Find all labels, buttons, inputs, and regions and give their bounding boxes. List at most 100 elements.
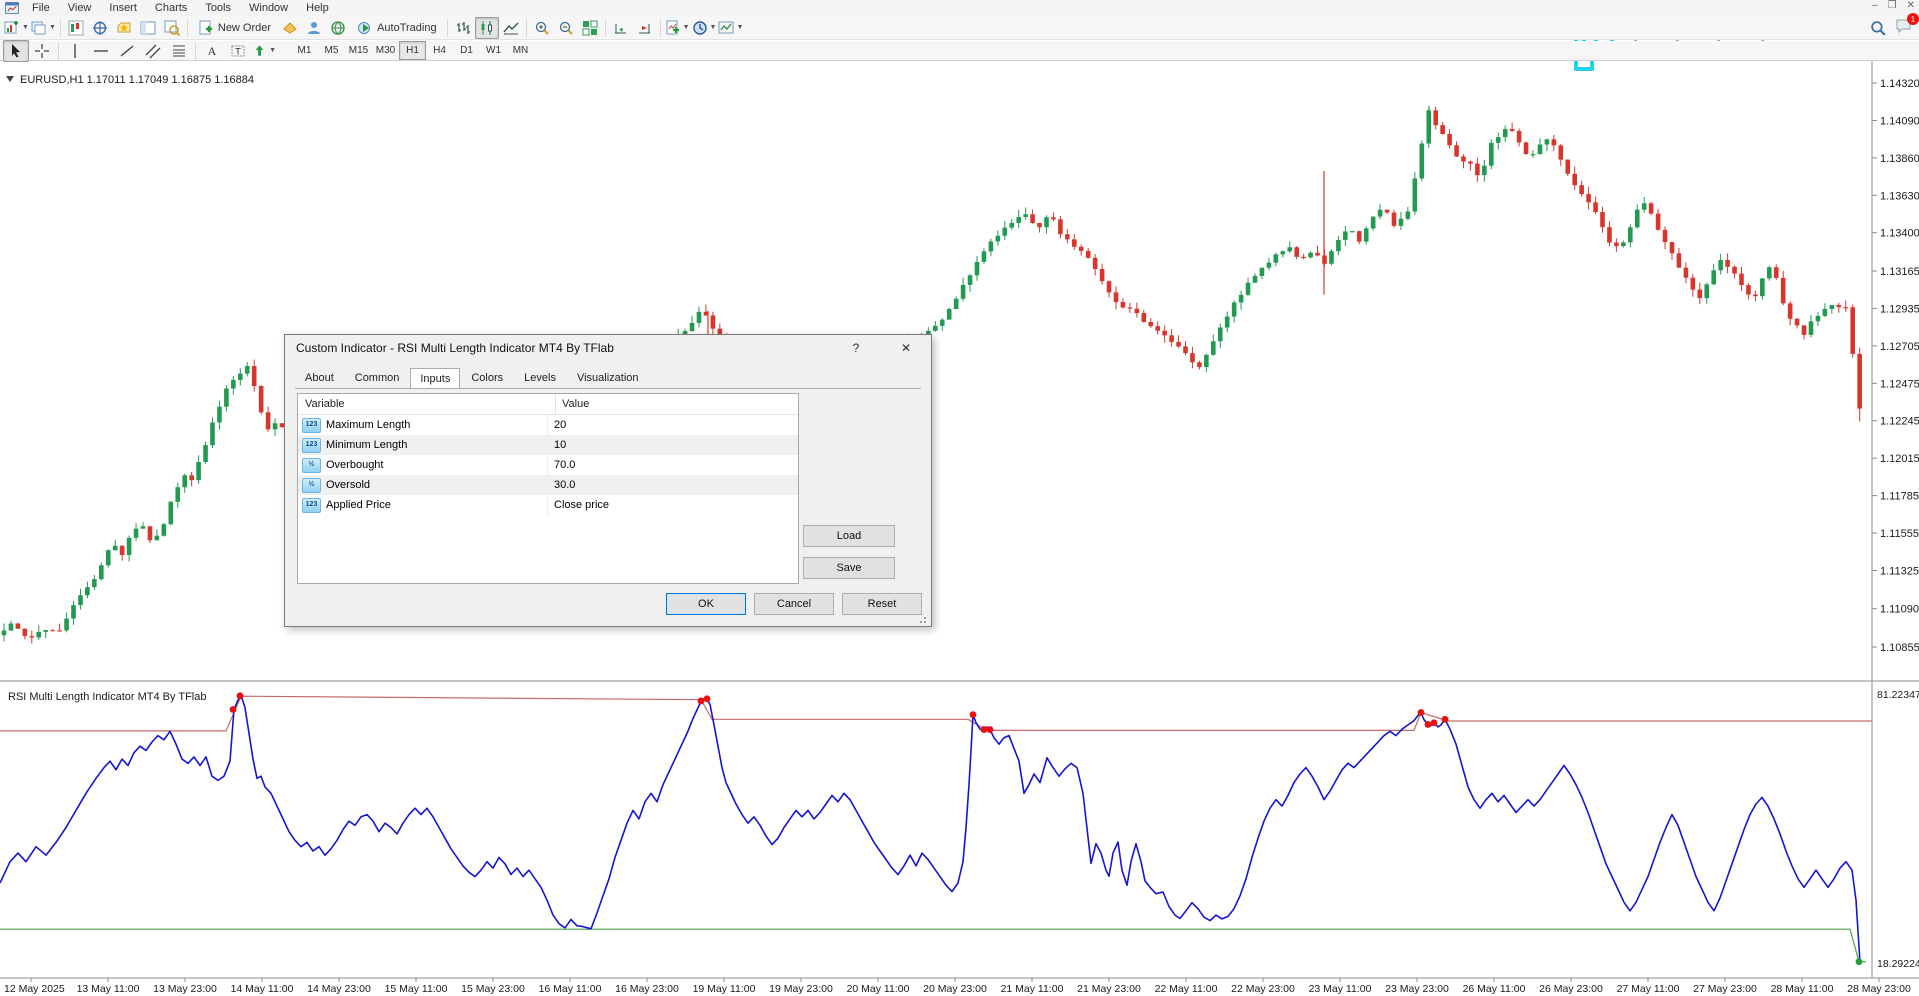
tf-m1-button[interactable]: M1 bbox=[291, 41, 318, 60]
text-label-button[interactable]: T bbox=[225, 40, 251, 62]
chart-shift-button[interactable] bbox=[633, 17, 657, 39]
reset-button[interactable]: Reset bbox=[842, 593, 922, 615]
new-chart-button[interactable]: ▼ bbox=[3, 17, 30, 39]
menu-charts[interactable]: Charts bbox=[146, 1, 196, 15]
cursor-button[interactable] bbox=[3, 40, 29, 62]
vertical-line-button[interactable] bbox=[62, 40, 88, 62]
save-button[interactable]: Save bbox=[803, 557, 895, 579]
table-row[interactable]: 123Minimum Length 10 bbox=[298, 435, 798, 455]
text-button[interactable]: A bbox=[199, 40, 225, 62]
menu-help[interactable]: Help bbox=[297, 1, 338, 15]
notifications-chat-icon[interactable]: 1 bbox=[1895, 18, 1913, 39]
profiles-button[interactable]: ▼ bbox=[30, 17, 57, 39]
candlestick-chart-button[interactable] bbox=[475, 17, 499, 39]
overbought-signal-dot bbox=[1431, 719, 1438, 726]
strategy-tester-button[interactable] bbox=[160, 17, 184, 39]
menu-window[interactable]: Window bbox=[240, 1, 297, 15]
channel-button[interactable] bbox=[140, 40, 166, 62]
toolbar-separator bbox=[58, 42, 59, 60]
trendline-button[interactable] bbox=[114, 40, 140, 62]
svg-text:1.13860: 1.13860 bbox=[1880, 153, 1919, 165]
zoom-out-button[interactable] bbox=[554, 17, 578, 39]
tf-d1-button[interactable]: D1 bbox=[453, 41, 480, 60]
tf-m15-button[interactable]: M15 bbox=[345, 41, 372, 60]
restore-button[interactable]: ❐ bbox=[1888, 0, 1897, 11]
toolbar-separator bbox=[660, 19, 661, 37]
dialog-tabs: About Common Inputs Colors Levels Visual… bbox=[295, 367, 921, 388]
tf-w1-button[interactable]: W1 bbox=[480, 41, 507, 60]
tf-m5-button[interactable]: M5 bbox=[318, 41, 345, 60]
periods-button[interactable]: ▼ bbox=[691, 17, 718, 39]
navigator-button[interactable] bbox=[112, 17, 136, 39]
variable-value[interactable]: 30.0 bbox=[548, 475, 798, 495]
table-row[interactable]: 123Maximum Length 20 bbox=[298, 415, 798, 435]
data-window-icon bbox=[92, 20, 108, 36]
tab-inputs[interactable]: Inputs bbox=[410, 368, 460, 389]
tab-visualization[interactable]: Visualization bbox=[567, 368, 649, 388]
line-chart-button[interactable] bbox=[499, 17, 523, 39]
terminal-button[interactable] bbox=[136, 17, 160, 39]
ok-button[interactable]: OK bbox=[666, 593, 746, 615]
tf-m30-button[interactable]: M30 bbox=[372, 41, 399, 60]
menu-insert[interactable]: Insert bbox=[100, 1, 146, 15]
data-window-button[interactable] bbox=[88, 17, 112, 39]
mql5-community-button[interactable] bbox=[302, 17, 326, 39]
table-row[interactable]: ½Oversold 30.0 bbox=[298, 475, 798, 495]
oversold-signal-dot bbox=[1856, 958, 1863, 965]
fibonacci-button[interactable] bbox=[166, 40, 192, 62]
menu-file[interactable]: File bbox=[23, 1, 59, 15]
auto-scroll-button[interactable] bbox=[609, 17, 633, 39]
templates-button[interactable]: ▼ bbox=[717, 17, 744, 39]
variable-value[interactable]: 20 bbox=[548, 415, 798, 435]
new-order-icon bbox=[198, 20, 214, 36]
indicators-button[interactable]: ▼ bbox=[664, 17, 691, 39]
dialog-help-button[interactable]: ? bbox=[841, 335, 871, 361]
variable-value[interactable]: 10 bbox=[548, 435, 798, 455]
autotrading-button[interactable]: AutoTrading bbox=[350, 17, 444, 39]
dialog-close-button[interactable]: ✕ bbox=[889, 335, 923, 361]
minimize-button[interactable]: – bbox=[1872, 0, 1878, 11]
table-row[interactable]: 123Applied Price Close price bbox=[298, 495, 798, 515]
line-studies-toolbar: A T ▼ M1 M5 M15 M30 H1 H4 D1 W1 MN bbox=[0, 41, 1919, 61]
tab-about[interactable]: About bbox=[295, 368, 344, 388]
svg-text:1.14320: 1.14320 bbox=[1880, 78, 1919, 90]
zoom-in-button[interactable] bbox=[530, 17, 554, 39]
menu-view[interactable]: View bbox=[59, 1, 101, 15]
toolbar-separator bbox=[195, 42, 196, 60]
toolbar-right-icons: 1 bbox=[1870, 18, 1913, 39]
menu-tools[interactable]: Tools bbox=[196, 1, 240, 15]
table-row[interactable]: ½Overbought 70.0 bbox=[298, 455, 798, 475]
close-button[interactable]: ✕ bbox=[1907, 0, 1915, 11]
market-watch-button[interactable] bbox=[64, 17, 88, 39]
cancel-button[interactable]: Cancel bbox=[754, 593, 834, 615]
tab-levels[interactable]: Levels bbox=[514, 368, 566, 388]
variable-value[interactable]: Close price bbox=[548, 495, 798, 515]
resize-grip[interactable] bbox=[919, 614, 929, 624]
inputs-table[interactable]: Variable Value 123Maximum Length 20 123M… bbox=[297, 393, 799, 584]
horizontal-line-button[interactable] bbox=[88, 40, 114, 62]
tab-colors[interactable]: Colors bbox=[461, 368, 513, 388]
metaeditor-button[interactable] bbox=[278, 17, 302, 39]
website-button[interactable] bbox=[326, 17, 350, 39]
tile-windows-button[interactable] bbox=[578, 17, 602, 39]
trendline-icon bbox=[119, 43, 135, 59]
svg-text:1.11785: 1.11785 bbox=[1880, 491, 1919, 503]
overbought-signal-dot bbox=[1418, 709, 1425, 716]
overbought-signal-dot bbox=[1442, 716, 1449, 723]
crosshair-button[interactable] bbox=[29, 40, 55, 62]
load-button[interactable]: Load bbox=[803, 525, 895, 547]
tf-mn-button[interactable]: MN bbox=[507, 41, 534, 60]
overbought-signal-dot bbox=[1425, 721, 1432, 728]
tf-h1-button[interactable]: H1 bbox=[399, 41, 426, 60]
arrows-button[interactable]: ▼ bbox=[251, 40, 277, 62]
symbol-ohlc-label: EURUSD,H1 1.17011 1.17049 1.16875 1.1688… bbox=[20, 74, 254, 86]
search-icon[interactable] bbox=[1870, 20, 1887, 37]
variable-value[interactable]: 70.0 bbox=[548, 455, 798, 475]
navigator-icon bbox=[116, 20, 132, 36]
table-header: Variable Value bbox=[298, 394, 798, 415]
svg-text:15 May 11:00: 15 May 11:00 bbox=[385, 983, 448, 995]
bar-chart-button[interactable] bbox=[451, 17, 475, 39]
tf-h4-button[interactable]: H4 bbox=[426, 41, 453, 60]
new-order-button[interactable]: New Order bbox=[191, 17, 278, 39]
tab-common[interactable]: Common bbox=[345, 368, 410, 388]
